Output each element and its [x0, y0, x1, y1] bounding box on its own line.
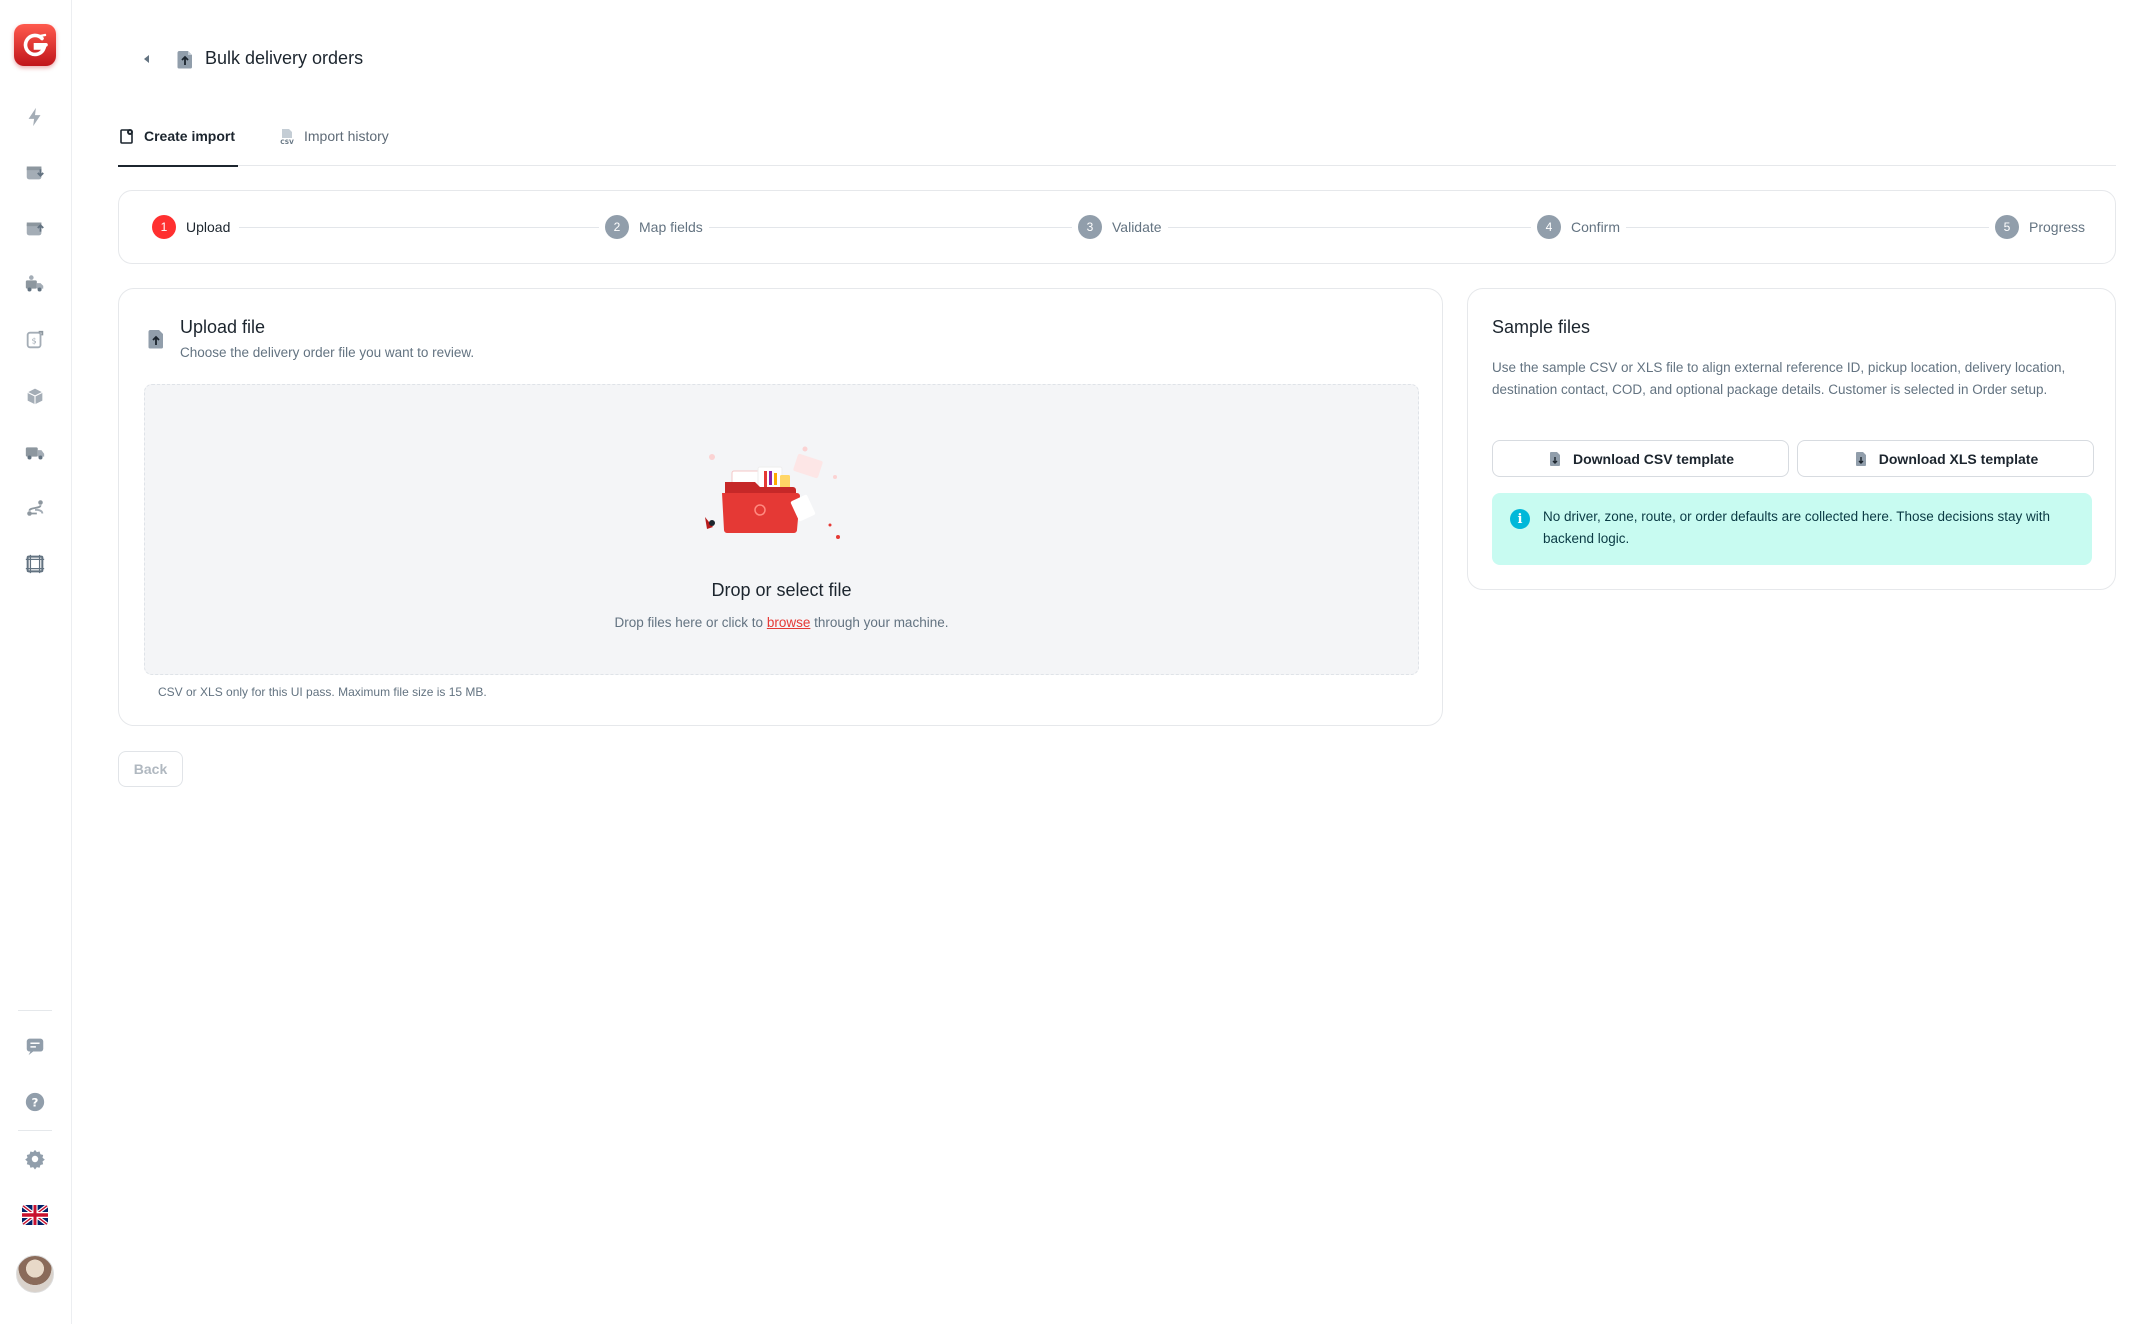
- dropzone-text: Drop files here or click to: [614, 615, 764, 630]
- sample-files-title: Sample files: [1492, 317, 1591, 337]
- bolt-icon[interactable]: [23, 105, 47, 129]
- file-import-icon: [120, 129, 133, 144]
- help-icon[interactable]: ?: [23, 1090, 47, 1114]
- download-xls-button[interactable]: Download XLS template: [1797, 440, 2094, 477]
- info-alert: i No driver, zone, route, or order defau…: [1492, 493, 2092, 565]
- tab-label: Import history: [304, 128, 389, 144]
- step-label: Map fields: [639, 219, 703, 235]
- chat-icon[interactable]: [23, 1034, 47, 1058]
- step-number: 2: [605, 215, 629, 239]
- inbox-in-icon[interactable]: [23, 160, 47, 184]
- file-dropzone[interactable]: Drop or select file Drop files here or c…: [144, 384, 1419, 675]
- file-download-icon: [1855, 451, 1866, 466]
- folder-illustration-icon: [700, 445, 845, 550]
- dropzone-description: Drop files here or click to browse throu…: [145, 615, 1418, 630]
- back-button[interactable]: Back: [118, 751, 183, 787]
- step-number: 3: [1078, 215, 1102, 239]
- sample-files-card: Sample files Use the sample CSV or XLS f…: [1467, 288, 2116, 590]
- avatar[interactable]: [16, 1255, 54, 1293]
- settings-icon[interactable]: [23, 1147, 47, 1171]
- logo-g-icon: [23, 33, 48, 57]
- csv-file-icon: CSV: [280, 129, 294, 145]
- svg-text:CSV: CSV: [280, 139, 294, 145]
- upload-subtitle: Choose the delivery order file you want …: [180, 345, 475, 360]
- step-progress[interactable]: 5 Progress: [1989, 215, 2092, 239]
- back-arrow-icon[interactable]: [140, 52, 154, 66]
- tab-label: Create import: [144, 128, 236, 144]
- step-map-fields[interactable]: 2 Map fields: [599, 215, 709, 239]
- info-icon: i: [1510, 509, 1530, 529]
- app-logo[interactable]: [14, 24, 56, 66]
- upload-title: Upload file: [180, 317, 266, 337]
- sample-files-description: Use the sample CSV or XLS file to align …: [1492, 360, 2066, 397]
- step-confirm[interactable]: 4 Confirm: [1531, 215, 1627, 239]
- dropzone-title: Drop or select file: [711, 580, 852, 600]
- download-csv-button[interactable]: Download CSV template: [1492, 440, 1789, 477]
- svg-text:?: ?: [32, 1096, 39, 1110]
- tab-bar: Create import CSV Import history: [118, 128, 2116, 167]
- tab-create-import[interactable]: Create import: [118, 128, 238, 167]
- sidebar-divider: [18, 1010, 52, 1011]
- packages-icon[interactable]: [23, 384, 47, 408]
- step-number: 4: [1537, 215, 1561, 239]
- step-label: Confirm: [1571, 219, 1621, 235]
- step-validate[interactable]: 3 Validate: [1072, 215, 1168, 239]
- file-upload-icon: [144, 327, 168, 351]
- dropzone-text: through your machine.: [814, 615, 949, 630]
- sidebar: $ ?: [0, 0, 72, 1324]
- browse-link[interactable]: browse: [767, 615, 811, 630]
- alert-text: No driver, zone, route, or order default…: [1543, 509, 2051, 546]
- truck-user-icon[interactable]: [23, 272, 47, 296]
- svg-text:$: $: [31, 336, 36, 346]
- route-icon[interactable]: [23, 496, 47, 520]
- inbox-out-icon[interactable]: [23, 216, 47, 240]
- step-upload[interactable]: 1 Upload: [146, 215, 237, 239]
- button-label: Download CSV template: [1572, 450, 1735, 467]
- tab-import-history[interactable]: CSV Import history: [278, 128, 408, 166]
- invoice-icon[interactable]: $: [23, 328, 47, 352]
- upload-card: Upload file Choose the delivery order fi…: [118, 288, 1443, 726]
- page-title: Bulk delivery orders: [205, 48, 364, 68]
- frame-icon[interactable]: [23, 552, 47, 576]
- sidebar-divider: [18, 1130, 52, 1131]
- step-number: 5: [1995, 215, 2019, 239]
- file-download-icon: [1549, 451, 1560, 466]
- uk-flag-icon[interactable]: [22, 1205, 48, 1225]
- step-label: Progress: [2029, 219, 2086, 235]
- delivery-truck-icon[interactable]: [23, 440, 47, 464]
- button-label: Download XLS template: [1878, 450, 2039, 467]
- file-helper-text: CSV or XLS only for this UI pass. Maximu…: [158, 685, 487, 699]
- step-number: 1: [152, 215, 176, 239]
- import-stepper: 1 Upload 2 Map fields 3 Validate 4 Confi…: [118, 190, 2116, 264]
- document-upload-icon: [174, 48, 196, 70]
- step-label: Upload: [186, 219, 231, 235]
- step-label: Validate: [1112, 219, 1162, 235]
